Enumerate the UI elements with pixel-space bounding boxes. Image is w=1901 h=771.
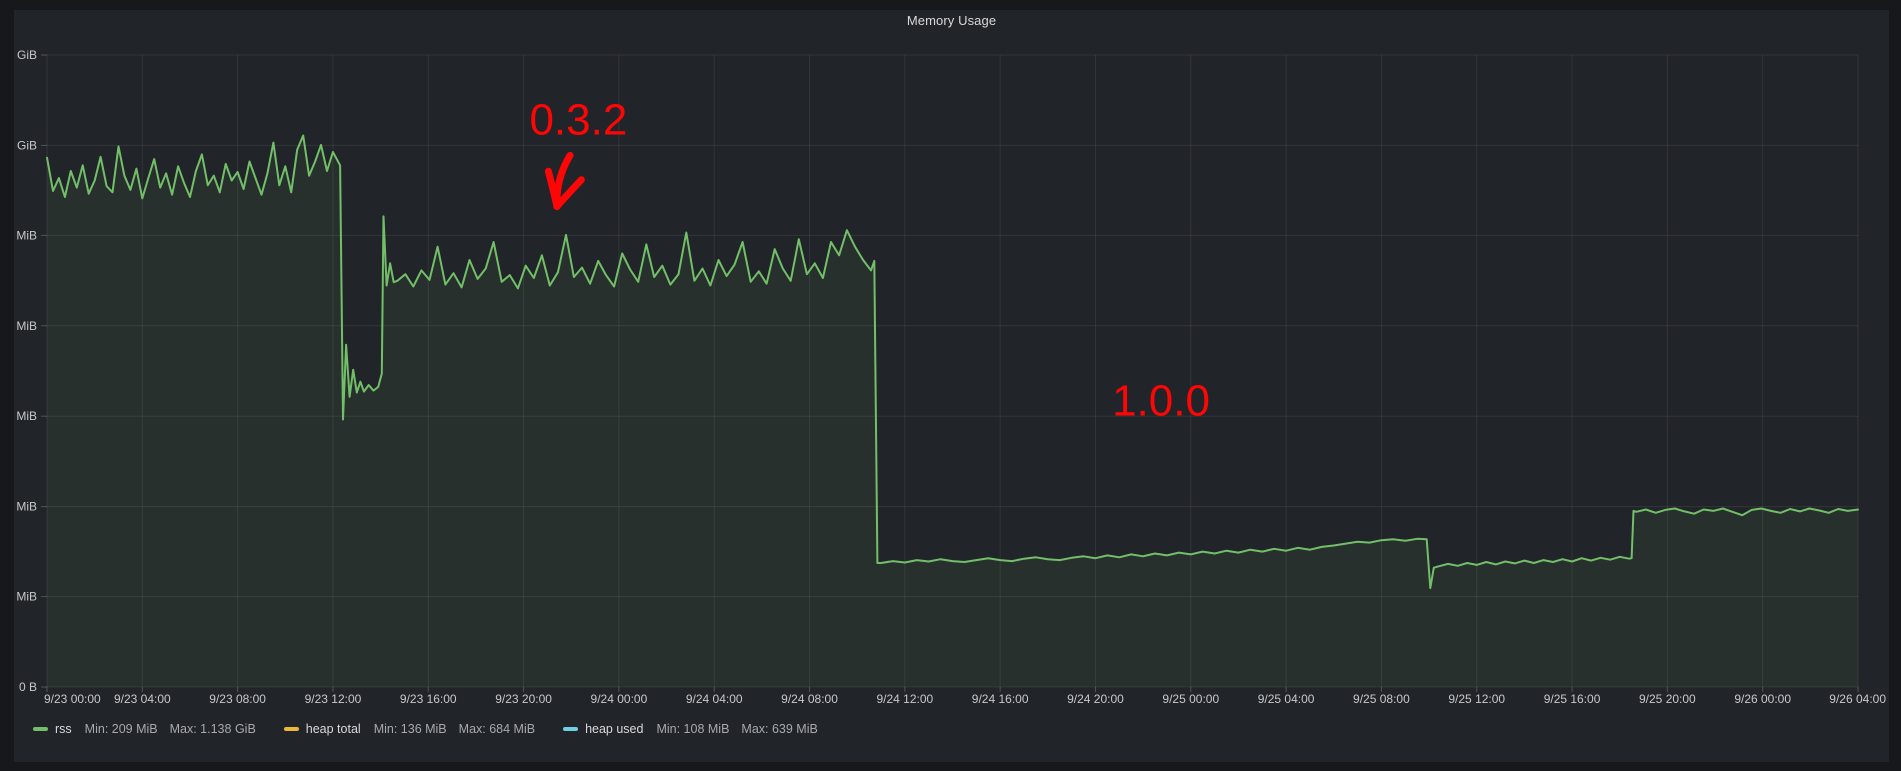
plot-area[interactable]: [47, 55, 1858, 687]
x-axis-label: 9/25 16:00: [1544, 692, 1601, 706]
x-axis-label: 9/23 20:00: [495, 692, 552, 706]
legend-series-name[interactable]: heap used: [585, 722, 643, 736]
x-axis-label: 9/26 04:00: [1829, 692, 1886, 706]
x-axis-label: 9/25 20:00: [1639, 692, 1696, 706]
x-axis-label: 9/24 00:00: [591, 692, 648, 706]
legend-max-stat: Max: 1.138 GiB: [170, 722, 256, 736]
legend-swatch-icon[interactable]: [33, 727, 48, 731]
x-axis-label: 9/23 08:00: [209, 692, 266, 706]
x-axis-label: 9/24 08:00: [781, 692, 838, 706]
y-axis-label: 1.3 GiB: [14, 48, 37, 62]
y-axis-label: 0 B: [19, 680, 37, 694]
legend-min-stat: Min: 108 MiB: [656, 722, 729, 736]
x-axis-label: 9/24 16:00: [972, 692, 1029, 706]
legend-swatch-icon[interactable]: [563, 727, 578, 731]
x-axis-label: 9/26 00:00: [1734, 692, 1791, 706]
y-axis-label: 1.1 GiB: [14, 138, 37, 152]
x-axis-label: 9/23 00:00: [44, 692, 101, 706]
x-axis-label: 9/25 04:00: [1258, 692, 1315, 706]
legend-item-heap-total: heap total Min: 136 MiB Max: 684 MiB: [284, 722, 547, 736]
x-axis-label: 9/24 20:00: [1067, 692, 1124, 706]
memory-usage-chart: 0 B 191 MiB 381 MiB 572 MiB 763 MiB 954 MiB 1.…: [14, 10, 1889, 762]
y-axis-label: 954 MiB: [14, 228, 37, 242]
x-axis-label: 9/24 04:00: [686, 692, 743, 706]
x-axis-label: 9/25 08:00: [1353, 692, 1410, 706]
legend-item-heap-used: heap used Min: 108 MiB Max: 639 MiB: [563, 722, 830, 736]
x-axis-label: 9/24 12:00: [876, 692, 933, 706]
y-axis-label: 191 MiB: [14, 590, 37, 604]
x-axis-label: 9/23 04:00: [114, 692, 171, 706]
x-axis-label: 9/25 00:00: [1162, 692, 1219, 706]
y-axis-label: 572 MiB: [14, 409, 37, 423]
x-axis-label: 9/23 12:00: [305, 692, 362, 706]
legend-min-stat: Min: 136 MiB: [374, 722, 447, 736]
legend-series-name[interactable]: heap total: [306, 722, 361, 736]
y-axis-label: 763 MiB: [14, 319, 37, 333]
legend-max-stat: Max: 684 MiB: [459, 722, 535, 736]
legend-item-rss: rss Min: 209 MiB Max: 1.138 GiB: [33, 722, 268, 736]
x-axis-label: 9/23 16:00: [400, 692, 457, 706]
legend-swatch-icon[interactable]: [284, 727, 299, 731]
legend-min-stat: Min: 209 MiB: [85, 722, 158, 736]
legend-series-name[interactable]: rss: [55, 722, 72, 736]
legend-max-stat: Max: 639 MiB: [741, 722, 817, 736]
memory-usage-panel: Memory Usage 0 B191 MiB381 MiB572 MiB763…: [14, 10, 1889, 762]
x-axis-label: 9/25 12:00: [1448, 692, 1505, 706]
y-axis-label: 381 MiB: [14, 500, 37, 514]
chart-legend: rss Min: 209 MiB Max: 1.138 GiB heap total M…: [33, 722, 846, 736]
